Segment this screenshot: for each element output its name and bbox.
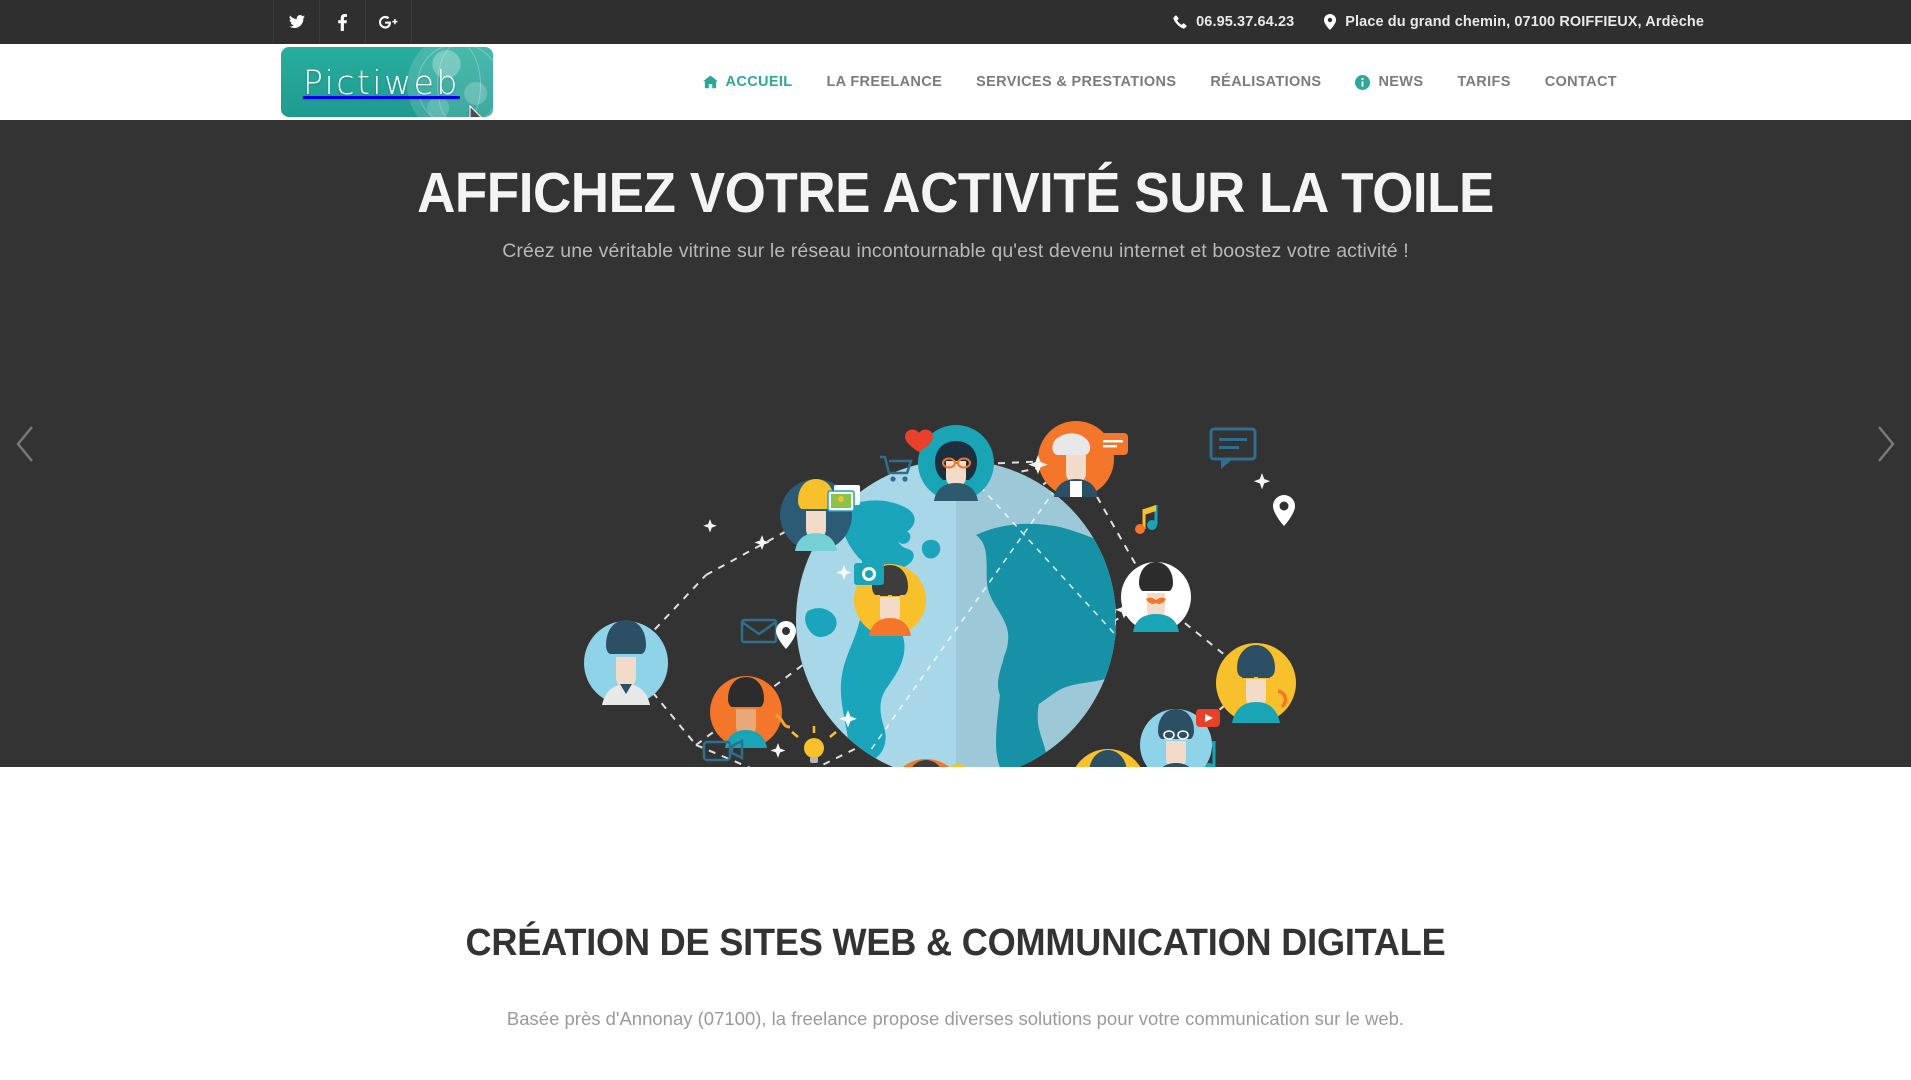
nav-item-news[interactable]: NEWS [1338, 74, 1440, 90]
slider-next-button[interactable] [1865, 413, 1907, 475]
site-logo[interactable]: Pictiweb [281, 47, 493, 117]
hero-title: AFFICHEZ VOTRE ACTIVITÉ SUR LA TOILE [417, 161, 1494, 225]
social-link-facebook[interactable] [319, 0, 366, 44]
intro-title: CRÉATION DE SITES WEB & COMMUNICATION DI… [465, 922, 1446, 964]
address-contact[interactable]: Place du grand chemin, 07100 ROIFFIEUX, … [1324, 14, 1704, 30]
topbar-contact: 06.95.37.64.23 Place du grand chemin, 07… [1172, 0, 1704, 44]
nav-item-accueil[interactable]: ACCUEIL [686, 74, 810, 90]
nav-item-la-freelance[interactable]: LA FREELANCE [809, 74, 959, 90]
nav-label: ACCUEIL [725, 74, 793, 90]
slider-prev-button[interactable] [4, 413, 46, 475]
facebook-icon [338, 13, 347, 31]
info-icon [1355, 74, 1371, 90]
site-header: Pictiweb ACCUEIL LA FREELANCE SERVICES &… [0, 44, 1911, 120]
nav-item-services-prestations[interactable]: SERVICES & PRESTATIONS [959, 74, 1193, 90]
phone-contact[interactable]: 06.95.37.64.23 [1172, 14, 1294, 30]
nav-item-tarifs[interactable]: TARIFS [1440, 74, 1527, 90]
main-navigation: ACCUEIL LA FREELANCE SERVICES & PRESTATI… [686, 74, 1634, 90]
social-link-twitter[interactable] [273, 0, 320, 44]
nav-label: TARIFS [1457, 74, 1511, 90]
nav-label: LA FREELANCE [826, 74, 943, 90]
nav-label: RÉALISATIONS [1210, 74, 1322, 90]
intro-subtitle: Basée près d'Annonay (07100), la freelan… [506, 1008, 1405, 1029]
intro-section: CRÉATION DE SITES WEB & COMMUNICATION DI… [0, 767, 1911, 1030]
hero-illustration: $ [456, 415, 1456, 767]
hero-subtitle: Créez une véritable vitrine sur le résea… [502, 240, 1409, 262]
nav-label: CONTACT [1544, 74, 1617, 90]
nav-label: NEWS [1378, 74, 1424, 90]
google-plus-icon [379, 15, 398, 30]
logo-text: Pictiweb [303, 62, 460, 102]
address-text: Place du grand chemin, 07100 ROIFFIEUX, … [1345, 14, 1704, 30]
nav-item-realisations[interactable]: RÉALISATIONS [1193, 74, 1338, 90]
topbar: 06.95.37.64.23 Place du grand chemin, 07… [0, 0, 1911, 44]
nav-item-contact[interactable]: CONTACT [1528, 74, 1634, 90]
home-icon [702, 75, 718, 89]
nav-label: SERVICES & PRESTATIONS [976, 74, 1177, 90]
map-marker-icon [1324, 14, 1337, 30]
social-links [273, 0, 412, 44]
social-link-google-plus[interactable] [365, 0, 412, 44]
phone-icon [1172, 14, 1187, 30]
hero-slider: AFFICHEZ VOTRE ACTIVITÉ SUR LA TOILE Cré… [0, 120, 1911, 767]
twitter-icon [288, 15, 305, 29]
phone-number: 06.95.37.64.23 [1196, 14, 1295, 30]
